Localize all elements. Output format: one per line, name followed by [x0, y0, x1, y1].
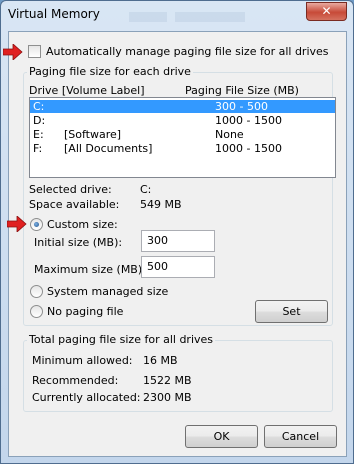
drive-letter: F: [33, 142, 43, 155]
cancel-button[interactable]: Cancel [264, 425, 337, 448]
close-icon: ✕ [321, 4, 332, 18]
minimum-allowed-value: 16 MB [143, 354, 178, 367]
window-title: Virtual Memory [8, 7, 100, 21]
recommended-label: Recommended: [32, 374, 119, 387]
title-bar[interactable]: Virtual Memory ✕ [1, 1, 353, 31]
drive-row-f[interactable]: F: [All Documents] 1000 - 1500 [30, 142, 335, 155]
selected-drive-value: C: [140, 183, 152, 196]
virtual-memory-window: Virtual Memory ✕ Automatically manage pa… [0, 0, 354, 464]
maximum-size-label: Maximum size (MB): [34, 263, 146, 276]
paging-group-title: Paging file size for each drive [27, 65, 193, 78]
close-button[interactable]: ✕ [306, 2, 347, 21]
drive-list[interactable]: C: 300 - 500 D: 1000 - 1500 E: [Software… [29, 97, 336, 178]
column-header-size: Paging File Size (MB) [185, 84, 299, 97]
drive-letter: C: [33, 100, 45, 113]
drive-size: None [215, 128, 244, 141]
space-available-label: Space available: [29, 198, 120, 211]
drive-size: 1000 - 1500 [215, 114, 282, 127]
currently-allocated-value: 2300 MB [143, 391, 192, 404]
ok-button[interactable]: OK [185, 425, 258, 448]
drive-size: 1000 - 1500 [215, 142, 282, 155]
drive-row-d[interactable]: D: 1000 - 1500 [30, 114, 335, 127]
set-button[interactable]: Set [255, 300, 328, 323]
drive-row-e[interactable]: E: [Software] None [30, 128, 335, 141]
auto-manage-label[interactable]: Automatically manage paging file size fo… [46, 45, 329, 58]
drive-letter: D: [33, 114, 46, 127]
drive-row-c[interactable]: C: 300 - 500 [30, 100, 335, 113]
currently-allocated-label: Currently allocated: [32, 391, 141, 404]
annotation-arrow-icon [3, 44, 23, 60]
drive-label: [Software] [64, 128, 122, 141]
drive-size: 300 - 500 [215, 100, 268, 113]
radio-selected-dot [34, 222, 39, 227]
minimum-allowed-label: Minimum allowed: [32, 354, 133, 367]
column-header-drive: Drive [Volume Label] [29, 84, 145, 97]
maximum-size-input[interactable]: 500 [141, 256, 215, 278]
no-paging-radio[interactable] [30, 305, 43, 318]
custom-size-label[interactable]: Custom size: [47, 218, 118, 231]
annotation-arrow-icon [7, 216, 27, 232]
no-paging-label[interactable]: No paging file [47, 305, 123, 318]
system-managed-radio[interactable] [30, 285, 43, 298]
initial-size-input[interactable]: 300 [141, 230, 215, 252]
totals-group-title: Total paging file size for all drives [27, 333, 216, 346]
initial-size-label: Initial size (MB): [34, 236, 123, 249]
system-managed-label[interactable]: System managed size [47, 285, 168, 298]
custom-size-radio[interactable] [30, 218, 43, 231]
drive-label: [All Documents] [64, 142, 153, 155]
auto-manage-checkbox[interactable] [28, 45, 41, 58]
background-title-text [129, 12, 167, 22]
recommended-value: 1522 MB [143, 374, 192, 387]
drive-letter: E: [33, 128, 44, 141]
selected-drive-label: Selected drive: [29, 183, 112, 196]
space-available-value: 549 MB [140, 198, 182, 211]
dialog-body: Automatically manage paging file size fo… [3, 31, 347, 457]
background-title-text [175, 12, 245, 22]
